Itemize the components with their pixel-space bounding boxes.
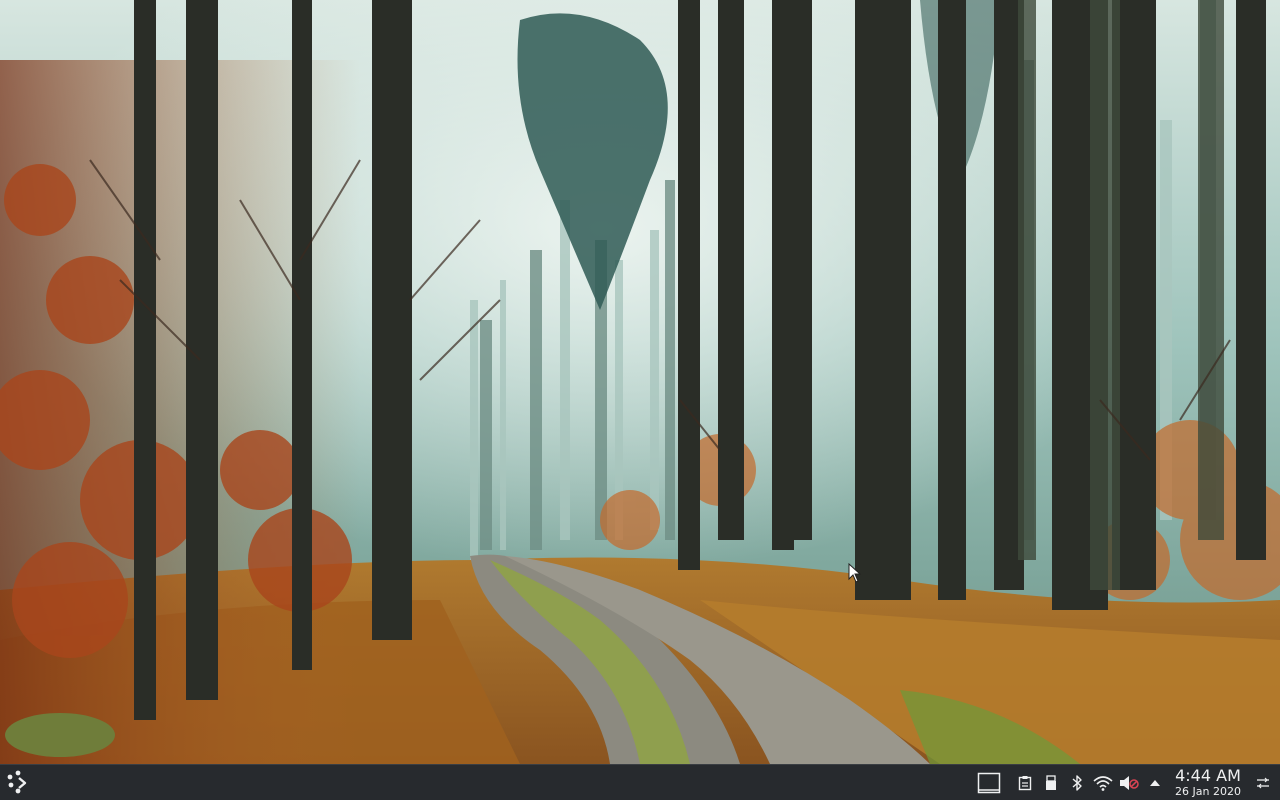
volume-button[interactable] (1116, 769, 1142, 797)
removable-device-icon (1046, 774, 1056, 790)
expand-tray-button[interactable] (1142, 769, 1168, 797)
panel-options (1252, 765, 1274, 800)
bluetooth-icon (1072, 774, 1082, 791)
application-launcher-button[interactable] (4, 768, 32, 796)
wifi-icon (1093, 775, 1113, 791)
clock-date: 26 Jan 2020 (1175, 785, 1241, 798)
system-tray (974, 765, 1168, 800)
clipboard-icon (1018, 775, 1032, 790)
clock-time: 4:44 AM (1175, 766, 1241, 785)
volume-muted-icon (1120, 775, 1139, 790)
wallpaper-forest-path (0, 0, 1280, 764)
digital-clock[interactable]: 4:44 AM 26 Jan 2020 (1166, 767, 1250, 799)
removable-device-button[interactable] (1038, 769, 1064, 797)
panel-options-icon (1257, 777, 1269, 788)
desktop[interactable] (0, 0, 1280, 764)
clipboard-button[interactable] (1012, 769, 1038, 797)
bluetooth-button[interactable] (1064, 769, 1090, 797)
show-desktop-icon (977, 772, 1001, 793)
application-launcher-icon (7, 770, 27, 794)
show-desktop-button[interactable] (974, 769, 1004, 797)
mouse-cursor-icon (848, 563, 862, 583)
taskbar: 4:44 AM 26 Jan 2020 (0, 764, 1280, 800)
expand-tray-arrow-icon (1150, 779, 1160, 786)
wifi-button[interactable] (1090, 769, 1116, 797)
panel-options-button[interactable] (1252, 769, 1274, 797)
